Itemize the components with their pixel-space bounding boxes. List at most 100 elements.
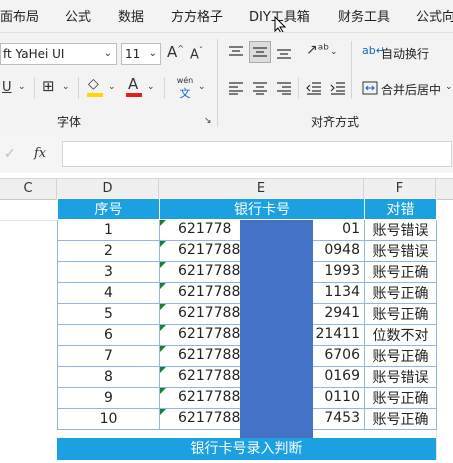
row-index[interactable]: 8	[57, 366, 160, 388]
header-result[interactable]: 对错	[364, 198, 437, 220]
column-header-c[interactable]: C	[0, 179, 57, 199]
row-index[interactable]: 9	[57, 387, 160, 409]
column-header-row: C D E F	[0, 178, 453, 200]
column-header-e[interactable]: E	[159, 179, 364, 199]
phonetic-guide-button[interactable]: wén 文	[174, 76, 196, 101]
font-size-dropdown[interactable]: 11 ⌄	[121, 43, 161, 65]
error-indicator-icon	[160, 241, 166, 247]
result-cell[interactable]: 账号正确	[364, 345, 437, 367]
chevron-down-icon: ⌄	[103, 48, 112, 59]
row-index[interactable]: 3	[57, 261, 160, 283]
menu-fangfang[interactable]: 方方格子	[171, 6, 223, 25]
font-size-value: 11	[125, 47, 141, 61]
menu-finance-tools[interactable]: 财务工具	[338, 6, 390, 25]
result-cell[interactable]: 账号正确	[364, 303, 437, 325]
fill-color-icon[interactable]: ◇	[88, 77, 99, 91]
divider	[164, 77, 165, 99]
chevron-down-icon[interactable]: ⌄	[330, 48, 338, 57]
align-center-icon[interactable]	[252, 81, 268, 95]
row-index[interactable]: 10	[57, 408, 160, 430]
result-cell[interactable]: 账号错误	[364, 240, 437, 262]
align-top-icon[interactable]	[228, 45, 244, 59]
table-header-row: 序号 银行卡号 对错	[57, 198, 437, 220]
font-name-dropdown[interactable]: ft YaHei UI ⌄	[0, 43, 117, 65]
row-index[interactable]: 4	[57, 282, 160, 304]
row-index[interactable]: 2	[57, 240, 160, 262]
result-cell[interactable]: 账号正确	[364, 282, 437, 304]
align-bottom-icon[interactable]	[276, 45, 292, 59]
decrease-font-letter: A	[190, 47, 199, 63]
chevron-down-icon[interactable]: ⌄	[18, 83, 26, 92]
divider	[217, 39, 218, 127]
error-indicator-icon	[160, 367, 166, 373]
card-prefix: 62177883	[178, 326, 250, 342]
phonetic-top-text: wén	[176, 76, 194, 85]
divider	[351, 41, 352, 99]
table-footer[interactable]: 银行卡号录入判断	[57, 438, 436, 460]
font-color-bar	[126, 93, 142, 97]
row-index[interactable]: 7	[57, 345, 160, 367]
result-cell[interactable]: 账号正确	[364, 387, 437, 409]
card-prefix: 6217788	[178, 242, 241, 258]
text-orientation-icon[interactable]: ↗ᵃᵇ	[306, 43, 329, 57]
card-suffix: 0110	[324, 389, 360, 405]
column-header-f[interactable]: F	[364, 179, 436, 199]
error-indicator-icon	[160, 262, 166, 268]
card-prefix: 621778	[178, 221, 232, 237]
card-suffix: 21411	[315, 326, 360, 342]
wrap-text-button[interactable]: 自动换行	[381, 45, 429, 62]
card-suffix: 1993	[324, 263, 360, 279]
card-prefix: 6217788	[178, 347, 241, 363]
chevron-down-icon[interactable]: ⌄	[62, 83, 70, 92]
error-indicator-icon	[160, 220, 166, 226]
confirm-check-icon[interactable]: ✓	[4, 147, 16, 161]
row-index[interactable]: 6	[57, 324, 160, 346]
font-color-icon[interactable]: A	[128, 77, 138, 92]
card-prefix: 6217788	[178, 263, 241, 279]
card-suffix: 2941	[324, 305, 360, 321]
column-header-d[interactable]: D	[57, 179, 159, 199]
insert-function-icon[interactable]: fx	[34, 147, 46, 160]
chevron-down-icon[interactable]: ⌄	[108, 83, 116, 92]
borders-icon[interactable]: ⊞	[42, 79, 55, 94]
result-cell[interactable]: 账号错误	[364, 366, 437, 388]
align-middle-icon	[253, 47, 267, 57]
result-cell[interactable]: 账号正确	[364, 408, 437, 430]
formula-bar: ✓ fx	[0, 137, 453, 173]
error-indicator-icon	[160, 283, 166, 289]
merge-center-button[interactable]: 合并后居中	[381, 81, 441, 98]
decrease-indent-icon[interactable]	[306, 81, 322, 95]
dialog-launcher-icon[interactable]: ↘	[204, 117, 212, 126]
formula-input[interactable]	[62, 141, 452, 167]
header-card-number[interactable]: 银行卡号	[159, 198, 365, 220]
align-middle-button[interactable]	[249, 41, 271, 63]
align-left-icon[interactable]	[228, 81, 244, 95]
chevron-down-icon[interactable]: ⌄	[147, 83, 155, 92]
increase-indent-icon[interactable]	[330, 81, 346, 95]
increase-font-size-icon[interactable]: A^	[167, 45, 184, 60]
header-index[interactable]: 序号	[57, 198, 160, 220]
result-cell[interactable]: 账号正确	[364, 261, 437, 283]
card-suffix: 1134	[324, 284, 360, 300]
result-cell[interactable]: 位数不对	[364, 324, 437, 346]
font-name-value: ft YaHei UI	[3, 47, 65, 61]
font-group-label: 字体	[57, 115, 82, 129]
menu-formulas[interactable]: 公式	[65, 6, 91, 25]
menu-page-layout[interactable]: 面布局	[0, 6, 39, 25]
chevron-down-icon: ⌄	[148, 48, 157, 59]
font-color-letter: A	[128, 75, 139, 93]
chevron-down-icon[interactable]: ⌄	[198, 83, 206, 92]
row-index[interactable]: 5	[57, 303, 160, 325]
chevron-down-icon[interactable]: ⌄	[445, 83, 453, 92]
ribbon: ft YaHei UI ⌄ 11 ⌄ A^ Aˇ U ⌄ ⊞ ⌄ ◇ ⌄ A ⌄…	[0, 32, 453, 138]
underline-icon[interactable]: U	[2, 81, 12, 94]
result-cell[interactable]: 账号错误	[364, 219, 437, 241]
menu-formula-more[interactable]: 公式向	[416, 6, 453, 25]
align-right-icon[interactable]	[276, 81, 292, 95]
merge-center-icon[interactable]	[362, 81, 378, 95]
phonetic-bottom-text: 文	[179, 87, 191, 100]
row-index[interactable]: 1	[57, 219, 160, 241]
fx-label: fx	[34, 146, 47, 161]
decrease-font-size-icon[interactable]: Aˇ	[190, 47, 203, 63]
menu-data[interactable]: 数据	[118, 6, 144, 25]
